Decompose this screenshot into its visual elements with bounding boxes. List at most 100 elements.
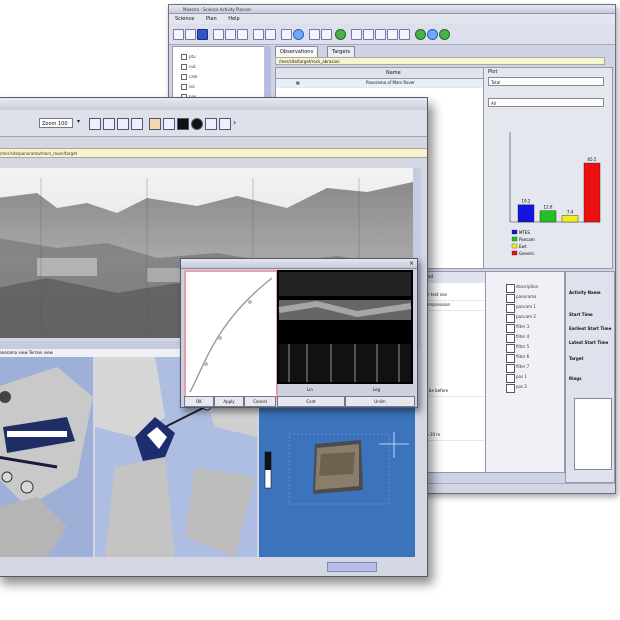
image-icon[interactable] — [309, 29, 320, 40]
paste-icon[interactable] — [237, 29, 248, 40]
bar-pancam[interactable] — [539, 210, 557, 223]
checkbox[interactable] — [506, 384, 515, 393]
scrollbar-thumb[interactable] — [327, 562, 377, 572]
play-first-icon[interactable] — [351, 29, 362, 40]
curve-handle[interactable] — [248, 300, 252, 304]
plot-type-select[interactable]: Total — [488, 77, 604, 86]
table-row[interactable]: ▦ Panorama of Mars Rover — [276, 79, 484, 88]
cont-button[interactable]: Cont — [277, 396, 345, 407]
tree-item[interactable]: nut — [181, 63, 196, 71]
pan-icon[interactable] — [117, 118, 129, 130]
curve-handle[interactable] — [204, 362, 208, 366]
detail-label: Earliest Start Time — [569, 326, 612, 331]
details-list[interactable] — [574, 398, 612, 470]
refresh-icon[interactable] — [335, 29, 346, 40]
zoom-in-icon[interactable] — [89, 118, 101, 130]
checkbox[interactable] — [506, 284, 515, 293]
lin-label[interactable]: Lin — [307, 385, 313, 394]
curve-editor[interactable] — [184, 270, 278, 398]
checkbox[interactable] — [506, 324, 515, 333]
unlim-button[interactable]: Unlim — [345, 396, 415, 407]
menu-science[interactable]: Science — [175, 16, 194, 22]
step-forward-icon[interactable] — [387, 29, 398, 40]
back-path-field[interactable]: /mer/site/target/rock_abrasion — [275, 57, 605, 65]
network-icon[interactable] — [427, 29, 438, 40]
zoom-select[interactable]: Zoom 100 — [39, 118, 73, 128]
check-label: filter 4 — [516, 334, 530, 339]
bar-value-label: 65.5 — [588, 157, 597, 162]
redo-icon[interactable] — [265, 29, 276, 40]
curve-handle[interactable] — [218, 336, 222, 340]
checkbox[interactable] — [506, 344, 515, 353]
crop-icon[interactable] — [163, 118, 175, 130]
undo-icon[interactable] — [253, 29, 264, 40]
check-label: panorama — [516, 294, 537, 299]
apply-button[interactable]: Apply — [214, 396, 244, 407]
copy-icon[interactable] — [225, 29, 236, 40]
cancel-button[interactable]: Cancel — [244, 396, 276, 407]
save-icon[interactable] — [197, 29, 208, 40]
log-label[interactable]: Log — [373, 385, 380, 394]
row-icon: ▦ — [296, 80, 300, 85]
terrain-patch-view[interactable] — [259, 404, 415, 557]
tree-item[interactable]: sol — [181, 83, 195, 91]
tree-item[interactable]: cam — [181, 73, 198, 81]
menu-plan[interactable]: Plan — [206, 16, 217, 22]
check-label: pancam 1 — [516, 304, 536, 309]
chart-icon[interactable] — [321, 29, 332, 40]
open-icon[interactable] — [185, 29, 196, 40]
chevron-down-icon[interactable]: ▾ — [77, 118, 80, 125]
close-icon[interactable]: × — [409, 259, 414, 268]
checkbox[interactable] — [506, 314, 515, 323]
checkbox[interactable] — [506, 334, 515, 343]
run-icon[interactable] — [415, 29, 426, 40]
tab-observations[interactable]: Observations — [275, 46, 319, 57]
bar-ewt[interactable] — [561, 215, 579, 223]
column-name-header[interactable]: Name — [386, 68, 401, 78]
triangle-icon[interactable] — [205, 118, 217, 130]
polygon-icon[interactable] — [219, 118, 231, 130]
square-icon[interactable] — [177, 118, 189, 130]
bar-generic[interactable] — [583, 162, 601, 223]
new-icon[interactable] — [173, 29, 184, 40]
back-window-titlebar[interactable]: Maestro - Science Activity Planner — [169, 5, 615, 14]
check-label: filter 3 — [516, 324, 530, 329]
plot-panel: Plot Total All 19.2 12.6 7.4 65.5 MTES Panca… — [483, 67, 613, 269]
rover-3d-view[interactable] — [0, 357, 93, 557]
check-label: description — [516, 284, 539, 289]
checkbox[interactable] — [506, 294, 515, 303]
back-toolbar — [169, 24, 615, 45]
globe-icon[interactable] — [293, 29, 304, 40]
checkbox[interactable] — [506, 364, 515, 373]
chevron-right-icon[interactable]: › — [233, 118, 243, 128]
plot-header: Plot — [488, 69, 498, 75]
front-path-field[interactable]: /mer/site/panorama/mars_rover/target — [0, 148, 427, 158]
check-label: filter 6 — [516, 354, 530, 359]
tab-targets[interactable]: Targets — [327, 46, 356, 57]
step-back-icon[interactable] — [363, 29, 374, 40]
fit-icon[interactable] — [131, 118, 143, 130]
play-icon[interactable] — [375, 29, 386, 40]
zoom-out-icon[interactable] — [103, 118, 115, 130]
detail-label: Start Time — [569, 312, 593, 317]
check-label: filter 7 — [516, 364, 530, 369]
legend-label: Pancam — [519, 237, 535, 242]
checkbox[interactable] — [506, 374, 515, 383]
edit-icon[interactable] — [149, 118, 161, 130]
ok-button[interactable]: OK — [184, 396, 214, 407]
dialog-titlebar[interactable]: × — [181, 259, 417, 269]
activity-checklist: description panorama pancam 1 pancam 2 f… — [485, 271, 565, 473]
menu-help[interactable]: Help — [228, 16, 239, 22]
checkbox[interactable] — [506, 354, 515, 363]
tree-item[interactable]: ptu — [181, 53, 196, 61]
circle-icon[interactable] — [191, 118, 203, 130]
cut-icon[interactable] — [213, 29, 224, 40]
bar-mtes[interactable] — [517, 204, 535, 223]
back-window-title: Maestro - Science Activity Planner — [183, 7, 252, 12]
grid-icon[interactable] — [281, 29, 292, 40]
plot-filter-select[interactable]: All — [488, 98, 604, 107]
legend-swatch — [511, 243, 518, 249]
play-last-icon[interactable] — [399, 29, 410, 40]
checkbox[interactable] — [506, 304, 515, 313]
go-icon[interactable] — [439, 29, 450, 40]
